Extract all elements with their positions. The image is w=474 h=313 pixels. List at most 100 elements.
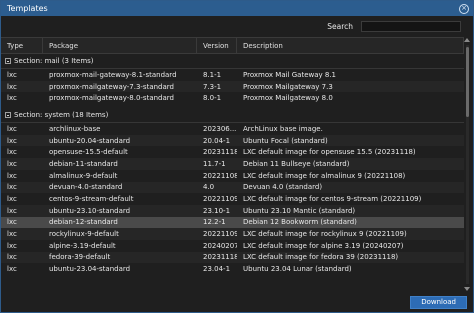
table-row[interactable]: lxc fedora-39-default 20231118 LXC default … (1, 251, 464, 264)
cell-package: proxmox-mailgateway-7.3-standard (49, 82, 174, 91)
cell-description: ArchLinux base image. (243, 124, 323, 133)
search-input[interactable] (361, 20, 461, 32)
grid-header: Type Package Version Description (1, 37, 464, 54)
cell-description: Ubuntu Focal (standard) (243, 136, 328, 145)
cell-version: 7.3-1 (203, 82, 222, 91)
column-header-type[interactable]: Type (1, 38, 43, 53)
cell-package: ubuntu-23.04-standard (49, 265, 131, 274)
cell-type: lxc (7, 195, 17, 204)
group-header[interactable]: Section: system (18 Items) (1, 108, 464, 124)
table-row[interactable]: lxc almalinux-9-default 20221108 LXC defaul… (1, 170, 464, 182)
cell-version: 20240207 (203, 241, 237, 250)
download-button[interactable]: Download (410, 295, 467, 309)
table-row[interactable]: lxc debian-12-standard 12.2-1 Debian 12 Boo… (1, 216, 464, 229)
cell-package: ubuntu-20.04-standard (49, 136, 131, 145)
templates-grid: Type Package Version Description Section… (1, 37, 464, 292)
column-header-version[interactable]: Version (197, 38, 237, 53)
cell-type: lxc (7, 70, 17, 79)
cell-type: lxc (7, 265, 17, 274)
table-row[interactable]: lxc ubuntu-23.10-standard 23.10-1 Ubuntu 23… (1, 204, 464, 217)
cell-description: Debian 11 Bullseye (standard) (243, 159, 350, 168)
cell-type: lxc (7, 94, 17, 103)
collapse-icon[interactable] (5, 58, 11, 64)
cell-type: lxc (7, 253, 17, 262)
vertical-scrollbar[interactable] (464, 37, 471, 292)
cell-version: 20231118 (203, 148, 237, 157)
window-titlebar: Templates × (1, 1, 473, 16)
close-icon[interactable]: × (459, 3, 469, 14)
cell-version: 8.1-1 (203, 70, 222, 79)
table-row[interactable]: lxc proxmox-mail-gateway-8.1-standard 8.1-… (1, 69, 464, 81)
search-bar: Search (1, 16, 473, 36)
cell-description: Proxmox Mail Gateway 8.1 (243, 70, 337, 79)
cell-version: 202306... (203, 124, 237, 133)
table-row[interactable]: lxc devuan-4.0-standard 4.0 Devuan 4.0 (sta… (1, 181, 464, 194)
table-row[interactable]: lxc proxmox-mailgateway-8.0-standard 8.0-1… (1, 92, 464, 104)
table-row[interactable]: lxc archlinux-base 202306... ArchLinux base… (1, 123, 464, 135)
cell-description: Devuan 4.0 (standard) (243, 183, 323, 192)
cell-package: opensuse-15.5-default (49, 148, 128, 157)
cell-package: proxmox-mail-gateway-8.1-standard (49, 70, 177, 79)
grid-body: Section: mail (3 Items) lxc proxmox-mail-g… (1, 54, 464, 275)
scroll-up-icon[interactable] (464, 38, 470, 42)
cell-version: 23.04-1 (203, 265, 231, 274)
window-title: Templates (7, 4, 48, 13)
cell-description: LXC default image for centos 9-stream (2… (243, 195, 422, 204)
column-header-description[interactable]: Description (237, 38, 464, 53)
cell-type: lxc (7, 124, 17, 133)
table-row[interactable]: lxc ubuntu-23.04-standard 23.04-1 Ubuntu 23… (1, 263, 464, 275)
table-row[interactable]: lxc centos-9-stream-default 20221109 LXC de… (1, 193, 464, 205)
cell-version: 12.2-1 (203, 218, 226, 227)
cell-description: Ubuntu 23.04 Lunar (standard) (243, 265, 352, 274)
cell-description: Proxmox Mailgateway 8.0 (243, 94, 333, 103)
cell-version: 20231118 (203, 253, 237, 262)
cell-package: archlinux-base (49, 124, 101, 133)
cell-type: lxc (7, 206, 17, 215)
table-row[interactable]: lxc proxmox-mailgateway-7.3-standard 7.3-1… (1, 80, 464, 93)
cell-version: 20221109 (203, 195, 237, 204)
cell-version: 23.10-1 (203, 206, 231, 215)
group-label: Section: mail (3 Items) (14, 57, 94, 65)
cell-package: almalinux-9-default (49, 171, 118, 180)
cell-type: lxc (7, 218, 17, 227)
table-row[interactable]: lxc opensuse-15.5-default 20231118 LXC defa… (1, 146, 464, 158)
cell-package: centos-9-stream-default (49, 195, 134, 204)
cell-description: Ubuntu 23.10 Mantic (standard) (243, 206, 356, 215)
cell-version: 8.0-1 (203, 94, 222, 103)
cell-type: lxc (7, 230, 17, 239)
templates-window: Templates × Search Type Package Version … (0, 0, 474, 313)
column-header-package[interactable]: Package (43, 38, 197, 53)
cell-version: 11.7-1 (203, 159, 226, 168)
cell-package: alpine-3.19-default (49, 241, 116, 250)
cell-package: ubuntu-23.10-standard (49, 206, 131, 215)
cell-type: lxc (7, 136, 17, 145)
table-row[interactable]: lxc rockylinux-9-default 20221109 LXC defau… (1, 228, 464, 240)
search-label: Search (327, 21, 353, 31)
table-row[interactable]: lxc alpine-3.19-default 20240207 LXC defaul… (1, 240, 464, 252)
cell-package: debian-12-standard (49, 218, 118, 227)
cell-package: rockylinux-9-default (49, 230, 119, 239)
cell-version: 20221109 (203, 230, 237, 239)
cell-description: Debian 12 Bookworm (standard) (243, 218, 357, 227)
cell-package: proxmox-mailgateway-8.0-standard (49, 94, 174, 103)
cell-version: 4.0 (203, 183, 215, 192)
table-row[interactable]: lxc debian-11-standard 11.7-1 Debian 11 Bul… (1, 158, 464, 170)
cell-version: 20221108 (203, 171, 237, 180)
cell-package: fedora-39-default (49, 253, 111, 262)
cell-type: lxc (7, 82, 17, 91)
collapse-icon[interactable] (5, 112, 11, 119)
cell-type: lxc (7, 159, 17, 168)
cell-description: LXC default image for almalinux 9 (20221… (243, 171, 406, 180)
window-footer: Download (1, 292, 473, 312)
cell-description: LXC default image for opensuse 15.5 (202… (243, 148, 416, 157)
scroll-thumb[interactable] (466, 47, 469, 117)
cell-type: lxc (7, 241, 17, 250)
table-row[interactable]: lxc ubuntu-20.04-standard 20.04-1 Ubuntu Fo… (1, 134, 464, 147)
cell-description: LXC default image for alpine 3.19 (20240… (243, 241, 404, 250)
cell-description: LXC default image for rockylinux 9 (2022… (243, 230, 407, 239)
group-header[interactable]: Section: mail (3 Items) (1, 54, 464, 69)
cell-package: debian-11-standard (49, 159, 118, 168)
group-label: Section: system (18 Items) (14, 111, 109, 120)
cell-description: LXC default image for fedora 39 (2023111… (243, 253, 399, 262)
scroll-down-icon[interactable] (464, 287, 470, 291)
